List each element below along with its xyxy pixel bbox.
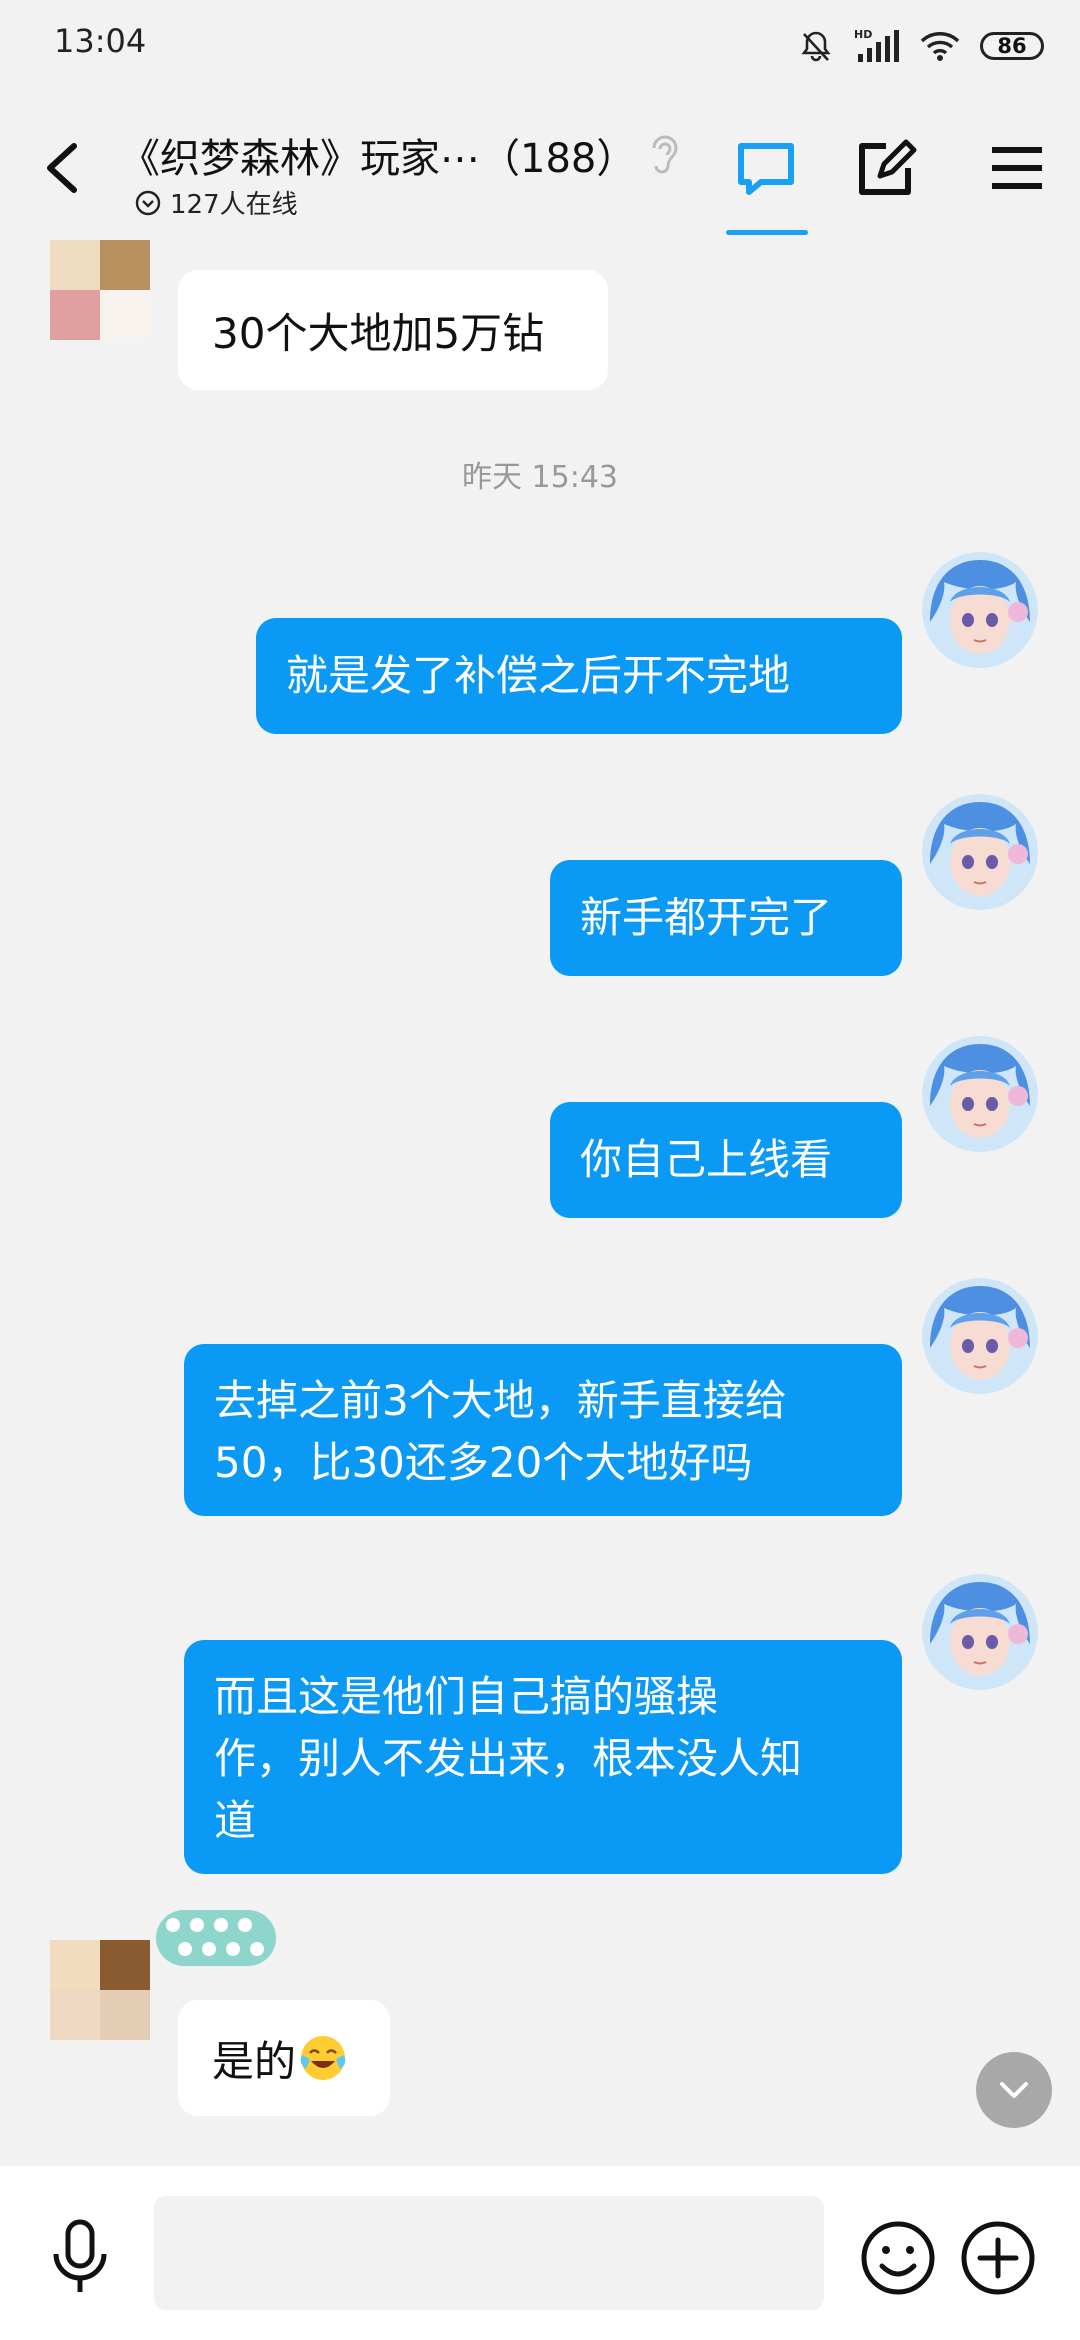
- message-text: 是的: [212, 2036, 297, 2086]
- wifi-icon: [920, 32, 960, 61]
- my-avatar[interactable]: [922, 794, 1038, 910]
- scroll-to-bottom-button[interactable]: [976, 2052, 1052, 2128]
- status-icons: HD 86: [798, 24, 1044, 68]
- avatar-portrait-icon: [922, 552, 1038, 668]
- online-count[interactable]: 127人在线: [134, 184, 298, 221]
- back-button[interactable]: [40, 138, 86, 198]
- message-text-line: 而且这是他们自己搞的骚操: [214, 1672, 719, 1721]
- message-bubble-outgoing[interactable]: 新手都开完了: [550, 860, 902, 976]
- chat-tab-icon[interactable]: [731, 134, 801, 204]
- microphone-icon[interactable]: [44, 2218, 116, 2298]
- message-text: 你自己上线看: [580, 1135, 833, 1184]
- composer-bar: [0, 2166, 1080, 2340]
- my-avatar[interactable]: [922, 552, 1038, 668]
- online-count-label: 127人在线: [170, 190, 298, 220]
- message-text-line: 道: [214, 1796, 257, 1845]
- group-title[interactable]: 《织梦森林》玩家⋯（188）: [120, 126, 636, 184]
- message-text: 30个大地加5万钻: [212, 308, 545, 358]
- message-text: 新手都开完了: [580, 893, 833, 942]
- message-bubble-outgoing[interactable]: 去掉之前3个大地，新手直接给 50，比30还多20个大地好吗: [184, 1344, 902, 1516]
- chevron-down-icon: [1000, 2082, 1028, 2098]
- status-bar: 13:04 HD 86: [0, 0, 1080, 90]
- battery-indicator: 86: [980, 32, 1044, 60]
- message-bubble[interactable]: 30个大地加5万钻: [178, 270, 608, 390]
- ear-icon[interactable]: [644, 130, 684, 180]
- avatar-portrait-icon: [922, 1278, 1038, 1394]
- message-bubble-outgoing[interactable]: 就是发了补偿之后开不完地: [256, 618, 902, 734]
- message-input[interactable]: [154, 2196, 824, 2310]
- message-text-line: 作，别人不发出来，根本没人知: [214, 1734, 803, 1783]
- plus-icon[interactable]: [958, 2218, 1038, 2298]
- signal-icon: HD: [854, 28, 899, 62]
- edit-icon[interactable]: [850, 134, 920, 204]
- sender-avatar[interactable]: [50, 1940, 150, 2040]
- message-text-line: 50，比30还多20个大地好吗: [214, 1438, 753, 1487]
- emoji-icon[interactable]: [858, 2218, 938, 2298]
- chevron-down-circle-icon: [135, 190, 161, 215]
- avatar-portrait-icon: [922, 794, 1038, 910]
- crying-laughing-emoji-icon: [300, 2036, 346, 2080]
- message-timestamp: 昨天 15:43: [462, 460, 618, 495]
- my-avatar[interactable]: [922, 1574, 1038, 1690]
- mute-bell-icon: [801, 31, 831, 62]
- my-avatar[interactable]: [922, 1036, 1038, 1152]
- status-time: 13:04: [54, 22, 147, 60]
- avatar-portrait-icon: [922, 1036, 1038, 1152]
- message-bubble[interactable]: 是的: [178, 2000, 390, 2116]
- message-text-line: 去掉之前3个大地，新手直接给: [214, 1376, 787, 1425]
- message-bubble-outgoing[interactable]: 你自己上线看: [550, 1102, 902, 1218]
- my-avatar[interactable]: [922, 1278, 1038, 1394]
- active-tab-indicator: [726, 230, 808, 235]
- message-bubble-outgoing[interactable]: 而且这是他们自己搞的骚操 作，别人不发出来，根本没人知 道: [184, 1640, 902, 1874]
- menu-icon[interactable]: [984, 134, 1054, 204]
- chat-header: 《织梦森林》玩家⋯（188） 127人在线: [0, 90, 1080, 235]
- hd-label: HD: [854, 28, 872, 41]
- avatar-portrait-icon: [922, 1574, 1038, 1690]
- battery-level: 86: [997, 34, 1027, 58]
- sender-avatar[interactable]: [50, 240, 150, 340]
- sender-nickname-blurred: [156, 1910, 276, 1966]
- message-text: 就是发了补偿之后开不完地: [286, 651, 791, 700]
